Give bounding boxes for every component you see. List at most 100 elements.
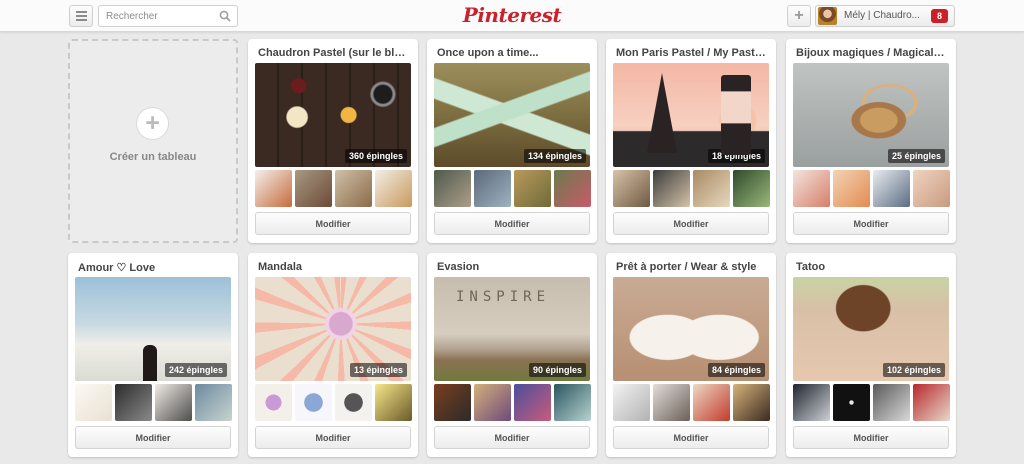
thumbnail[interactable] — [793, 170, 830, 207]
thumbnail[interactable] — [613, 384, 650, 421]
thumbnail[interactable] — [793, 384, 830, 421]
board-thumbnails — [434, 384, 591, 421]
board-title[interactable]: Amour ♡ Love — [78, 261, 228, 274]
thumbnail[interactable] — [613, 170, 650, 207]
edit-board-button[interactable]: Modifier — [613, 212, 769, 235]
top-bar: Pinterest + Mély | Chaudro... 8 — [0, 0, 1024, 32]
board-cover-image[interactable]: 18 épingles — [613, 63, 769, 167]
pin-count: 18 épingles — [707, 149, 765, 163]
thumbnail[interactable] — [195, 384, 232, 421]
board-thumbnails — [613, 384, 770, 421]
thumbnail[interactable] — [434, 384, 471, 421]
thumbnail[interactable] — [873, 384, 910, 421]
thumbnail[interactable] — [733, 170, 770, 207]
board-title[interactable]: Prêt à porter / Wear & style — [616, 261, 766, 273]
thumbnail[interactable] — [335, 170, 372, 207]
pinterest-logo[interactable]: Pinterest — [460, 2, 564, 28]
thumbnail[interactable] — [255, 384, 292, 421]
thumbnail[interactable] — [554, 170, 591, 207]
board-title[interactable]: Mon Paris Pastel / My Pastel ... — [616, 47, 766, 59]
board-cover-image[interactable]: 102 épingles — [793, 277, 949, 381]
board-title[interactable]: Mandala — [258, 261, 408, 273]
board-card[interactable]: Mandala 13 épingles Modifier — [248, 253, 418, 457]
board-title[interactable]: Chaudron Pastel (sur le blog) — [258, 47, 408, 59]
board-card[interactable]: Amour ♡ Love 242 épingles Modifier — [68, 253, 238, 457]
edit-board-button[interactable]: Modifier — [255, 426, 411, 449]
board-thumbnails — [434, 170, 591, 207]
board-card[interactable]: Mon Paris Pastel / My Pastel ... 18 épin… — [606, 39, 776, 243]
pin-count: 242 épingles — [164, 363, 227, 377]
thumbnail[interactable] — [693, 170, 730, 207]
notification-badge[interactable]: 8 — [931, 9, 948, 23]
create-board-label: Créer un tableau — [109, 151, 197, 163]
search-icon[interactable] — [219, 10, 231, 22]
thumbnail[interactable] — [295, 170, 332, 207]
thumbnail[interactable] — [873, 170, 910, 207]
board-card[interactable]: Tatoo 102 épingles Modifier — [786, 253, 956, 457]
search-input[interactable] — [99, 6, 211, 27]
thumbnail[interactable] — [335, 384, 372, 421]
thumbnail[interactable] — [833, 384, 870, 421]
board-thumbnails — [793, 384, 950, 421]
add-pin-button[interactable]: + — [787, 5, 811, 27]
user-menu-button[interactable]: Mély | Chaudro... 8 — [815, 5, 955, 27]
board-title[interactable]: Bijoux magiques / Magical je... — [796, 47, 946, 59]
thumbnail[interactable] — [733, 384, 770, 421]
thumbnail[interactable] — [693, 384, 730, 421]
board-cover-image[interactable]: 84 épingles — [613, 277, 769, 381]
pin-count: 90 épingles — [528, 363, 586, 377]
board-card[interactable]: Evasion 90 épingles Modifier — [427, 253, 597, 457]
board-title[interactable]: Tatoo — [796, 261, 946, 273]
board-title[interactable]: Once upon a time... — [437, 47, 587, 59]
edit-board-button[interactable]: Modifier — [793, 212, 949, 235]
edit-board-button[interactable]: Modifier — [75, 426, 231, 449]
edit-board-button[interactable]: Modifier — [434, 212, 590, 235]
board-card[interactable]: Bijoux magiques / Magical je... 25 éping… — [786, 39, 956, 243]
thumbnail[interactable] — [295, 384, 332, 421]
edit-board-button[interactable]: Modifier — [434, 426, 590, 449]
thumbnail[interactable] — [913, 170, 950, 207]
thumbnail[interactable] — [434, 170, 471, 207]
board-thumbnails — [793, 170, 950, 207]
thumbnail[interactable] — [554, 384, 591, 421]
thumbnail[interactable] — [155, 384, 192, 421]
thumbnail[interactable] — [474, 384, 511, 421]
menu-button[interactable] — [69, 5, 93, 27]
board-thumbnails — [75, 384, 232, 421]
board-cover-image[interactable]: 360 épingles — [255, 63, 411, 167]
edit-board-button[interactable]: Modifier — [255, 212, 411, 235]
create-board-tile[interactable]: + Créer un tableau — [68, 39, 238, 243]
thumbnail[interactable] — [653, 384, 690, 421]
thumbnail[interactable] — [653, 170, 690, 207]
board-title[interactable]: Evasion — [437, 261, 587, 273]
thumbnail[interactable] — [514, 384, 551, 421]
pin-count: 13 épingles — [349, 363, 407, 377]
board-card[interactable]: Once upon a time... 134 épingles Modifie… — [427, 39, 597, 243]
board-cover-image[interactable]: 134 épingles — [434, 63, 590, 167]
edit-board-button[interactable]: Modifier — [613, 426, 769, 449]
board-thumbnails — [255, 384, 412, 421]
board-cover-image[interactable]: 25 épingles — [793, 63, 949, 167]
edit-board-button[interactable]: Modifier — [793, 426, 949, 449]
thumbnail[interactable] — [255, 170, 292, 207]
thumbnail[interactable] — [75, 384, 112, 421]
pin-count: 360 épingles — [344, 149, 407, 163]
user-name: Mély | Chaudro... — [844, 10, 920, 21]
thumbnail[interactable] — [375, 384, 412, 421]
board-card[interactable]: Chaudron Pastel (sur le blog) 360 épingl… — [248, 39, 418, 243]
thumbnail[interactable] — [514, 170, 551, 207]
thumbnail[interactable] — [375, 170, 412, 207]
thumbnail[interactable] — [913, 384, 950, 421]
pin-count: 25 épingles — [887, 149, 945, 163]
board-cover-image[interactable]: 242 épingles — [75, 277, 231, 381]
board-thumbnails — [613, 170, 770, 207]
thumbnail[interactable] — [115, 384, 152, 421]
pin-count: 102 épingles — [882, 363, 945, 377]
board-cover-image[interactable]: 90 épingles — [434, 277, 590, 381]
board-card[interactable]: Prêt à porter / Wear & style 84 épingles… — [606, 253, 776, 457]
thumbnail[interactable] — [833, 170, 870, 207]
plus-icon: + — [136, 107, 169, 140]
board-cover-image[interactable]: 13 épingles — [255, 277, 411, 381]
search-box — [98, 5, 238, 27]
thumbnail[interactable] — [474, 170, 511, 207]
